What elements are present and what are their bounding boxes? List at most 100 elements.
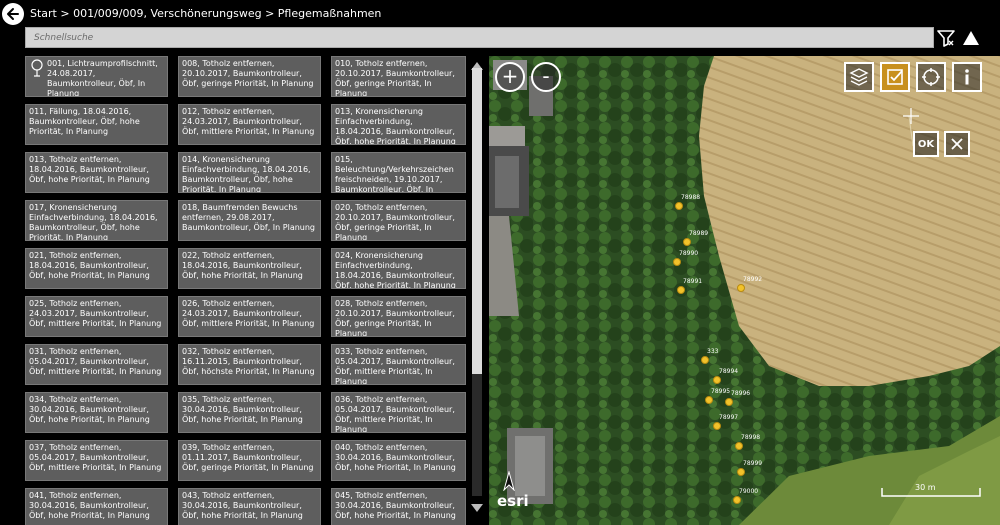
- measure-card-text: 018, Baumfremden Bewuchs entfernen, 29.0…: [182, 203, 316, 232]
- measure-card-text: 011, Fällung, 18.04.2016, Baumkontrolleu…: [29, 107, 140, 136]
- measure-card[interactable]: 033, Totholz entfernen, 05.04.2017, Baum…: [331, 344, 466, 385]
- tree-marker-label: 78995: [711, 388, 731, 395]
- measure-card-text: 013, Totholz entfernen, 18.04.2016, Baum…: [29, 155, 150, 184]
- scroll-up-button[interactable]: [470, 56, 484, 70]
- measure-card-text: 020, Totholz entfernen, 20.10.2017, Baum…: [335, 203, 455, 241]
- locate-button[interactable]: [916, 62, 946, 92]
- checkbox-icon: [887, 69, 903, 85]
- measure-card[interactable]: 018, Baumfremden Bewuchs entfernen, 29.0…: [178, 200, 321, 241]
- tree-marker-label: 78997: [719, 414, 739, 421]
- measures-grid: 001, Lichtraumprofilschnitt, 24.08.2017,…: [25, 56, 470, 525]
- measure-card-text: 014, Kronensicherung Einfachverbindung, …: [182, 155, 311, 193]
- measure-card[interactable]: 025, Totholz entfernen, 24.03.2017, Baum…: [25, 296, 168, 337]
- tree-marker[interactable]: [705, 396, 713, 404]
- measure-card[interactable]: 010, Totholz entfernen, 20.10.2017, Baum…: [331, 56, 466, 97]
- measure-card[interactable]: 032, Totholz entfernen, 16.11.2015, Baum…: [178, 344, 321, 385]
- measure-card[interactable]: 024, Kronensicherung Einfachverbindung, …: [331, 248, 466, 289]
- tree-marker[interactable]: [713, 376, 721, 384]
- layers-button[interactable]: [844, 62, 874, 92]
- measure-card-text: 035, Totholz entfernen, 30.04.2016, Baum…: [182, 395, 303, 424]
- select-button[interactable]: [880, 62, 910, 92]
- triangle-up-icon: [963, 31, 979, 45]
- measure-card-text: 025, Totholz entfernen, 24.03.2017, Baum…: [29, 299, 162, 328]
- app-window: Start > 001/009/009, Verschönerungsweg >…: [0, 0, 1000, 525]
- measure-card[interactable]: 039, Totholz entfernen, 01.11.2017, Baum…: [178, 440, 321, 481]
- measure-card-text: 034, Totholz entfernen, 30.04.2016, Baum…: [29, 395, 150, 424]
- cancel-button[interactable]: [944, 131, 970, 157]
- tree-marker[interactable]: [733, 496, 741, 504]
- measure-card[interactable]: 028, Totholz entfernen, 20.10.2017, Baum…: [331, 296, 466, 337]
- tree-marker[interactable]: [677, 286, 685, 294]
- tree-marker-label: 78989: [689, 230, 709, 237]
- measure-card-text: 013, Kronensicherung Einfachverbindung, …: [335, 107, 456, 145]
- tree-marker[interactable]: [713, 422, 721, 430]
- info-button[interactable]: [952, 62, 982, 92]
- ok-button[interactable]: OK: [913, 131, 939, 157]
- measure-card-text: 001, Lichtraumprofilschnitt, 24.08.2017,…: [47, 59, 158, 97]
- tree-marker[interactable]: [675, 202, 683, 210]
- measure-card-text: 039, Totholz entfernen, 01.11.2017, Baum…: [182, 443, 314, 472]
- measure-card[interactable]: 013, Totholz entfernen, 18.04.2016, Baum…: [25, 152, 168, 193]
- measure-card[interactable]: 043, Totholz entfernen, 30.04.2016, Baum…: [178, 488, 321, 525]
- back-button[interactable]: [2, 3, 24, 25]
- measure-card[interactable]: 011, Fällung, 18.04.2016, Baumkontrolleu…: [25, 104, 168, 145]
- measure-card[interactable]: 035, Totholz entfernen, 30.04.2016, Baum…: [178, 392, 321, 433]
- measure-card-text: 043, Totholz entfernen, 30.04.2016, Baum…: [182, 491, 303, 520]
- collapse-button[interactable]: [962, 30, 980, 46]
- measure-card[interactable]: 008, Totholz entfernen, 20.10.2017, Baum…: [178, 56, 321, 97]
- tree-marker-label: 79000: [739, 488, 759, 495]
- north-arrow-icon: [503, 471, 515, 491]
- measure-card-text: 008, Totholz entfernen, 20.10.2017, Baum…: [182, 59, 314, 88]
- tree-marker-label: 78994: [719, 368, 739, 375]
- list-scrollbar[interactable]: [470, 56, 484, 512]
- scroll-down-button[interactable]: [470, 498, 484, 512]
- measure-card[interactable]: 014, Kronensicherung Einfachverbindung, …: [178, 152, 321, 193]
- measure-card[interactable]: 026, Totholz entfernen, 24.03.2017, Baum…: [178, 296, 321, 337]
- measure-card[interactable]: 015, Beleuchtung/Verkehrszeichen freisch…: [331, 152, 466, 193]
- measure-card[interactable]: 017, Kronensicherung Einfachverbindung, …: [25, 200, 168, 241]
- tree-marker[interactable]: [673, 258, 681, 266]
- measure-card-text: 024, Kronensicherung Einfachverbindung, …: [335, 251, 456, 289]
- tree-marker[interactable]: [701, 356, 709, 364]
- measure-card[interactable]: 045, Totholz entfernen, 30.04.2016, Baum…: [331, 488, 466, 525]
- tree-marker[interactable]: [725, 398, 733, 406]
- measure-card-text: 032, Totholz entfernen, 16.11.2015, Baum…: [182, 347, 315, 376]
- tree-icon: [31, 59, 43, 77]
- measure-card[interactable]: 013, Kronensicherung Einfachverbindung, …: [331, 104, 466, 145]
- measure-card[interactable]: 034, Totholz entfernen, 30.04.2016, Baum…: [25, 392, 168, 433]
- measure-card-text: 041, Totholz entfernen, 30.04.2016, Baum…: [29, 491, 150, 520]
- target-icon: [922, 68, 940, 86]
- tree-marker-label: 78990: [679, 250, 699, 257]
- measure-card[interactable]: 021, Totholz entfernen, 18.04.2016, Baum…: [25, 248, 168, 289]
- tree-marker[interactable]: [737, 468, 745, 476]
- tree-marker[interactable]: [737, 284, 745, 292]
- tree-marker-label: 78988: [681, 194, 701, 201]
- measure-card[interactable]: 036, Totholz entfernen, 05.04.2017, Baum…: [331, 392, 466, 433]
- scroll-thumb[interactable]: [472, 68, 482, 374]
- tree-marker[interactable]: [735, 442, 743, 450]
- tree-marker-label: 78992: [743, 276, 763, 283]
- measure-card-text: 028, Totholz entfernen, 20.10.2017, Baum…: [335, 299, 455, 337]
- scroll-down-icon: [471, 504, 483, 512]
- map-view[interactable]: + - OK 78988 78989 78990 78991 78992 333…: [489, 56, 1000, 525]
- measure-card-text: 037, Totholz entfernen, 05.04.2017, Baum…: [29, 443, 162, 472]
- measure-card-text: 045, Totholz entfernen, 30.04.2016, Baum…: [335, 491, 456, 520]
- zoom-in-button[interactable]: +: [495, 62, 525, 92]
- tree-marker-label: 78999: [743, 460, 763, 467]
- measure-card[interactable]: 040, Totholz entfernen, 30.04.2016, Baum…: [331, 440, 466, 481]
- measure-card-text: 031, Totholz entfernen, 05.04.2017, Baum…: [29, 347, 162, 376]
- measure-card[interactable]: 037, Totholz entfernen, 05.04.2017, Baum…: [25, 440, 168, 481]
- search-input[interactable]: [25, 27, 934, 48]
- measure-card[interactable]: 020, Totholz entfernen, 20.10.2017, Baum…: [331, 200, 466, 241]
- measure-card[interactable]: 001, Lichtraumprofilschnitt, 24.08.2017,…: [25, 56, 168, 97]
- measure-card-text: 021, Totholz entfernen, 18.04.2016, Baum…: [29, 251, 150, 280]
- measure-card[interactable]: 041, Totholz entfernen, 30.04.2016, Baum…: [25, 488, 168, 525]
- measure-card[interactable]: 031, Totholz entfernen, 05.04.2017, Baum…: [25, 344, 168, 385]
- filter-icon: [937, 30, 955, 47]
- tree-marker[interactable]: [683, 238, 691, 246]
- measure-card[interactable]: 022, Totholz entfernen, 18.04.2016, Baum…: [178, 248, 321, 289]
- filter-button[interactable]: [937, 29, 955, 47]
- measures-list: 001, Lichtraumprofilschnitt, 24.08.2017,…: [25, 56, 470, 525]
- zoom-out-button[interactable]: -: [531, 62, 561, 92]
- measure-card[interactable]: 012, Totholz entfernen, 24.03.2017, Baum…: [178, 104, 321, 145]
